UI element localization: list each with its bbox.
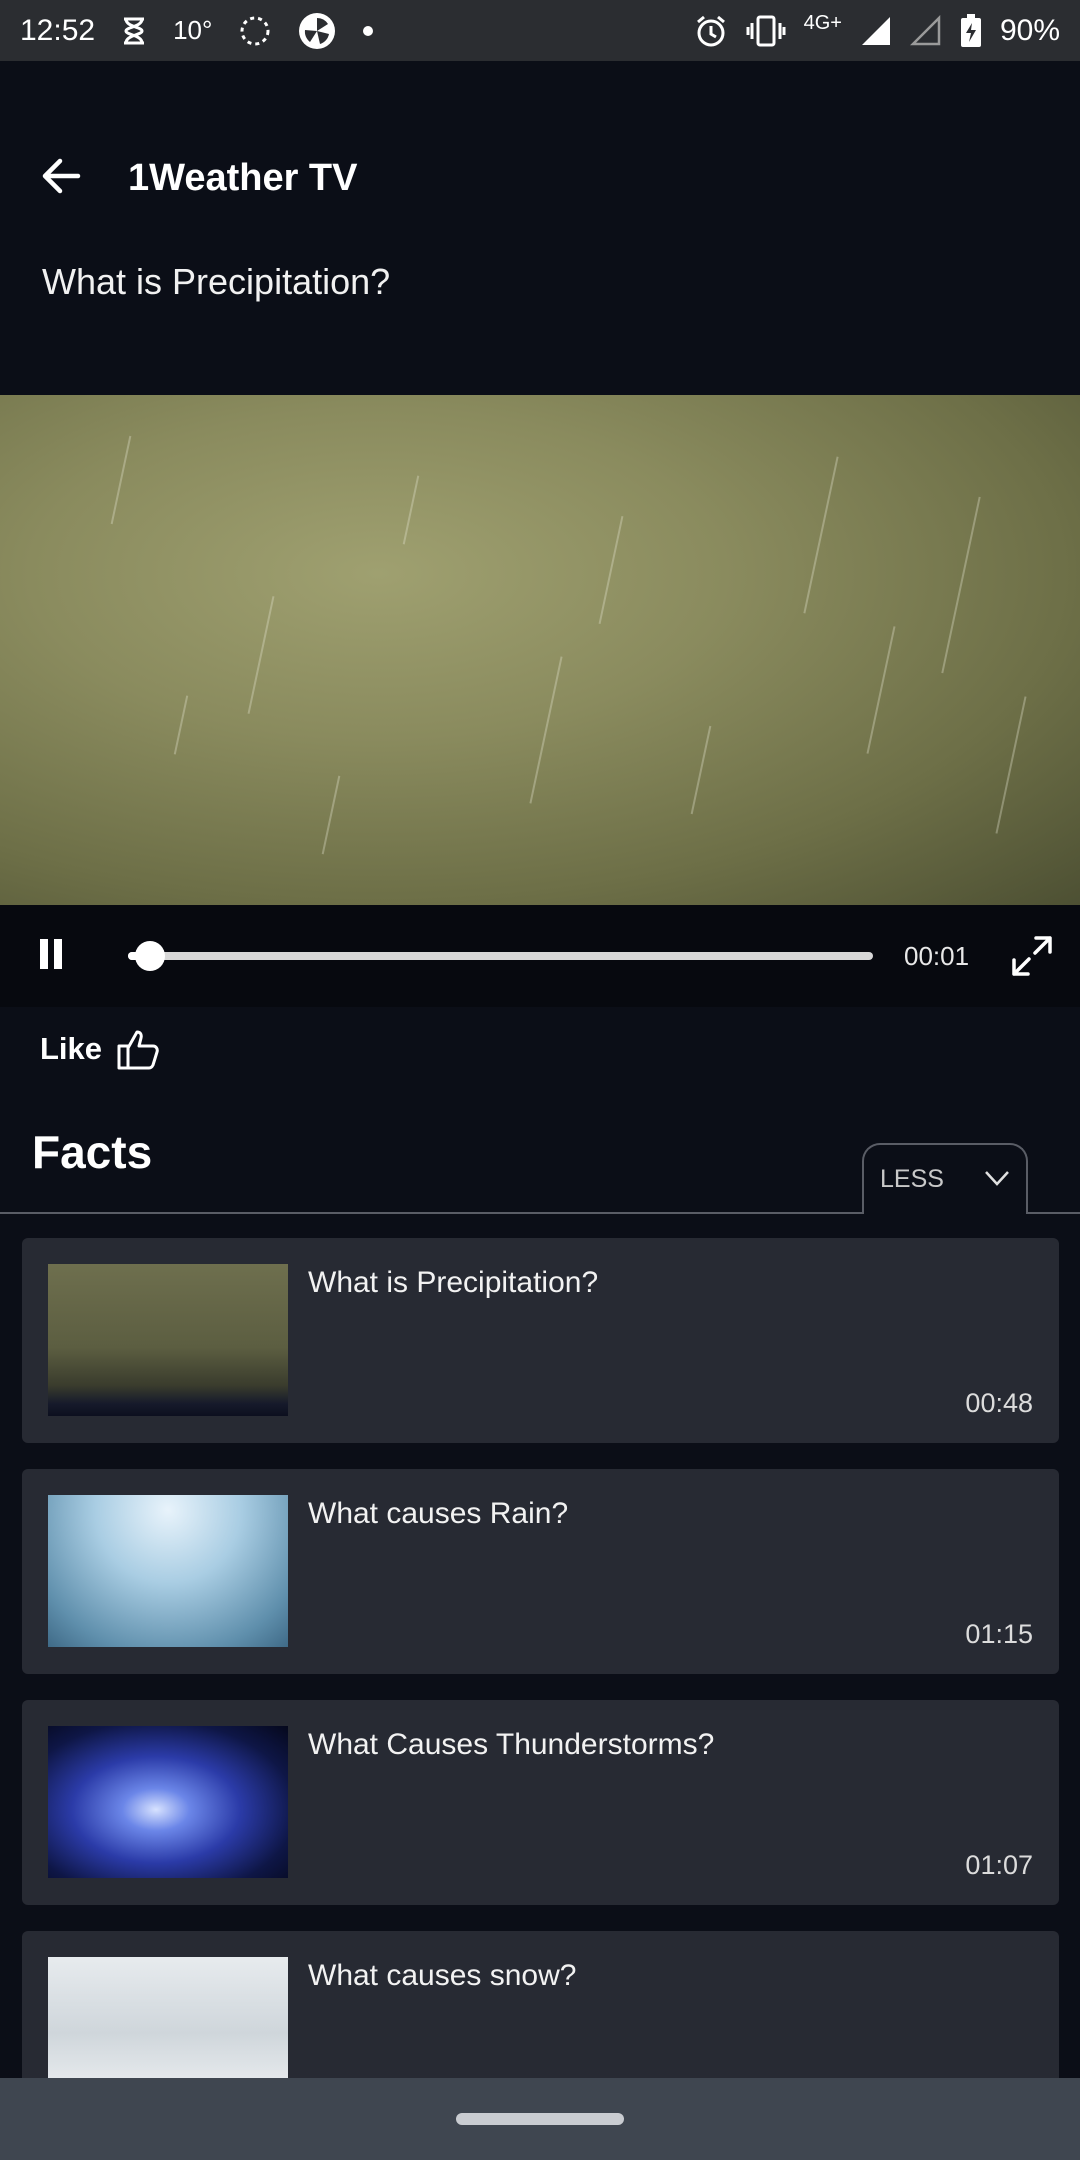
video-thumbnail bbox=[48, 1957, 288, 2078]
camera-aperture-icon bbox=[299, 12, 336, 49]
less-toggle-label: LESS bbox=[880, 1165, 944, 1193]
status-battery: 90% bbox=[999, 13, 1060, 47]
chevron-down-icon bbox=[985, 1171, 1009, 1186]
signal-icon bbox=[861, 16, 890, 45]
less-toggle-button[interactable]: LESS bbox=[862, 1143, 1028, 1214]
list-item[interactable]: What Causes Thunderstorms? 01:07 bbox=[22, 1700, 1059, 1905]
app-title: 1Weather TV bbox=[128, 157, 358, 199]
status-network: 4G+ bbox=[803, 12, 842, 34]
list-item-duration: 01:15 bbox=[965, 1619, 1033, 1649]
battery-charging-icon bbox=[960, 13, 981, 47]
loader-icon bbox=[240, 16, 270, 45]
facts-list[interactable]: What is Precipitation? 00:48 What causes… bbox=[0, 1214, 1080, 2078]
facts-section-title: Facts bbox=[32, 1126, 153, 1178]
list-item-title: What is Precipitation? bbox=[308, 1266, 599, 1299]
video-thumbnail bbox=[48, 1264, 288, 1416]
list-item-title: What causes snow? bbox=[308, 1959, 577, 1992]
seek-bar[interactable] bbox=[128, 941, 873, 971]
navigation-bar bbox=[0, 2078, 1080, 2160]
home-handle[interactable] bbox=[456, 2113, 624, 2125]
signal-empty-icon bbox=[909, 14, 941, 45]
dot-icon bbox=[363, 25, 374, 36]
alarm-icon bbox=[696, 15, 725, 46]
video-thumbnail bbox=[48, 1495, 288, 1647]
fullscreen-icon[interactable] bbox=[1008, 932, 1056, 980]
status-time: 12:52 bbox=[20, 13, 96, 47]
list-item[interactable]: What causes Rain? 01:15 bbox=[22, 1469, 1059, 1674]
video-thumbnail bbox=[48, 1726, 288, 1878]
current-time: 00:01 bbox=[904, 941, 970, 971]
like-label: Like bbox=[40, 1031, 103, 1066]
hourglass-icon bbox=[124, 17, 145, 44]
list-item-title: What Causes Thunderstorms? bbox=[308, 1728, 715, 1761]
status-bar: 12:52 10° 4G+ 90% bbox=[0, 0, 1080, 61]
back-arrow-icon[interactable] bbox=[36, 151, 86, 201]
list-item-duration: 01:07 bbox=[965, 1850, 1033, 1880]
like-button[interactable]: Like bbox=[40, 1028, 162, 1070]
list-item-duration: 00:48 bbox=[965, 1388, 1033, 1418]
list-item[interactable]: What is Precipitation? 00:48 bbox=[22, 1238, 1059, 1443]
video-player[interactable] bbox=[0, 395, 1080, 905]
thumbs-up-icon bbox=[117, 1030, 159, 1070]
pause-icon[interactable] bbox=[38, 939, 64, 973]
app-header: 1Weather TV What is Precipitation? bbox=[0, 61, 1080, 361]
video-title: What is Precipitation? bbox=[42, 261, 391, 302]
status-temperature: 10° bbox=[173, 15, 213, 45]
list-item[interactable]: What causes snow? bbox=[22, 1931, 1059, 2078]
list-item-title: What causes Rain? bbox=[308, 1497, 569, 1530]
vibrate-icon bbox=[746, 15, 786, 46]
